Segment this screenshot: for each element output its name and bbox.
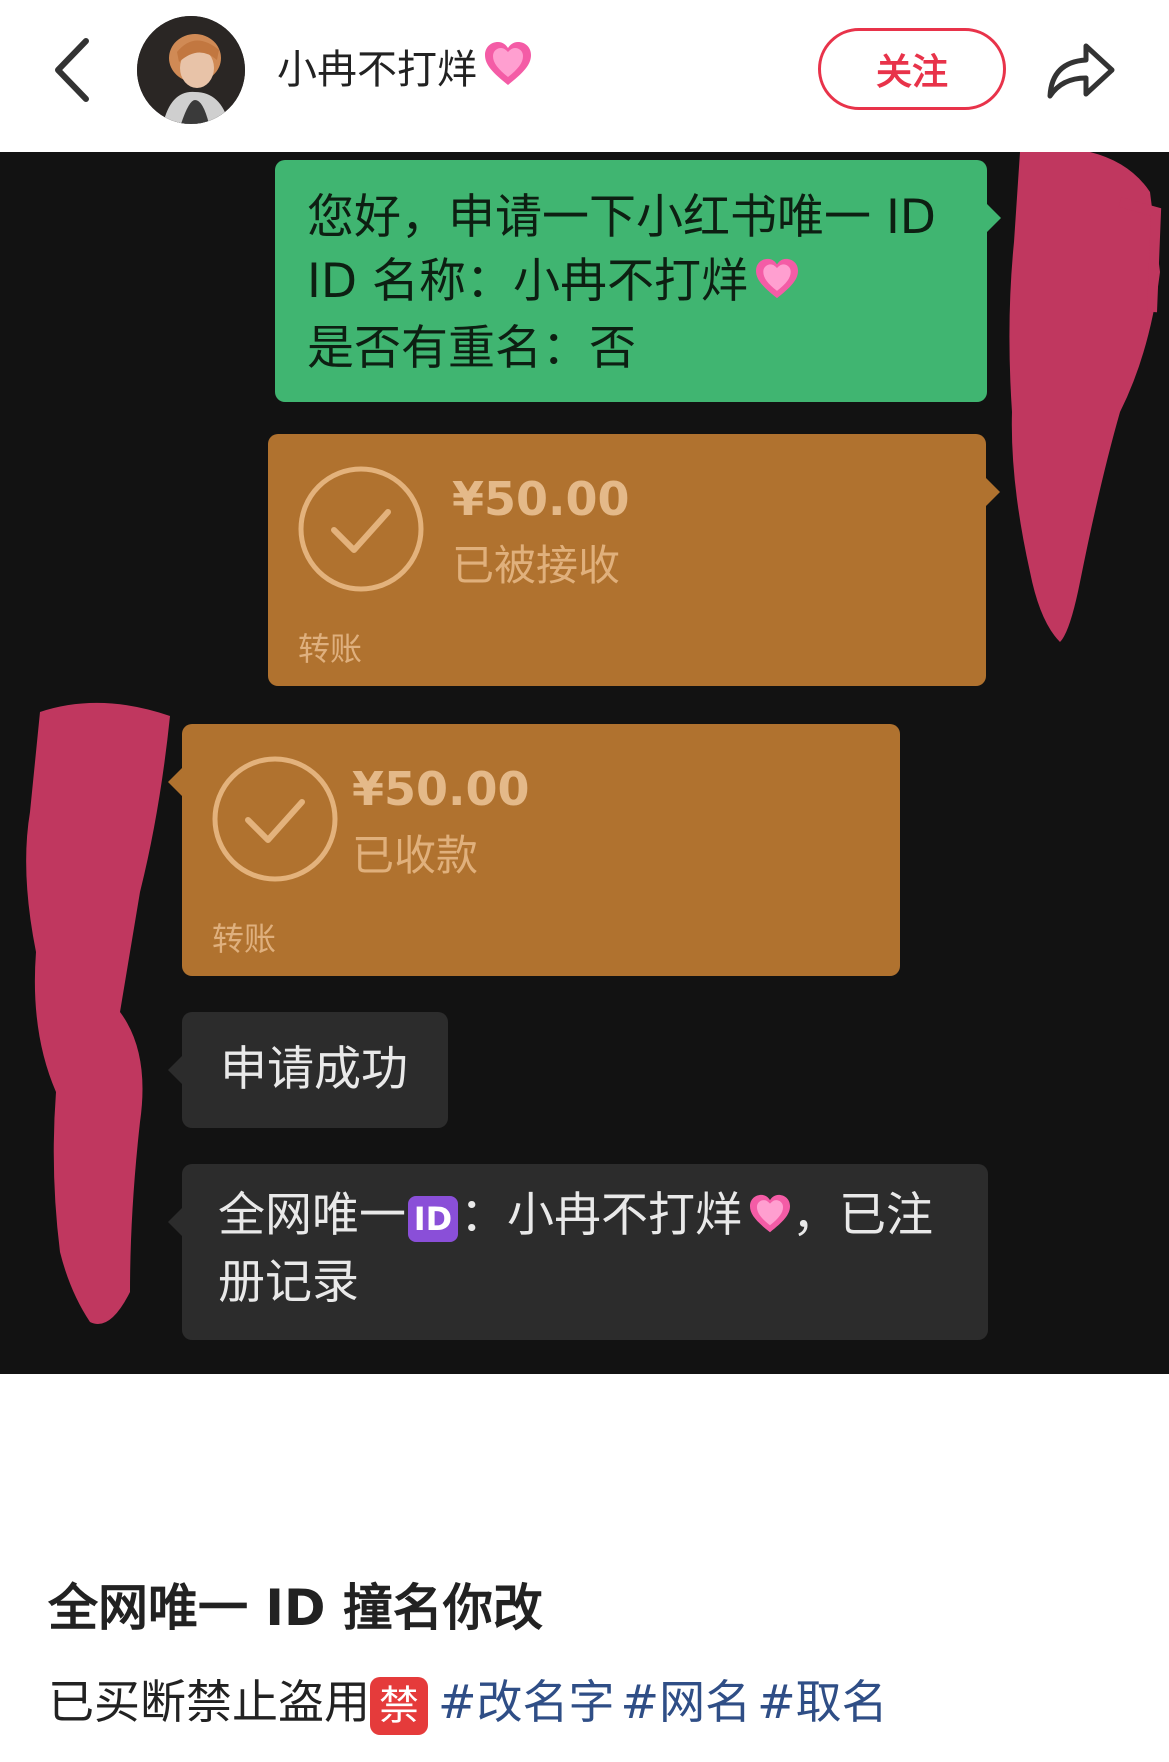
check-circle-icon — [298, 466, 424, 592]
transfer-amount: ¥50.00 — [352, 762, 530, 816]
redaction-scribble — [1009, 152, 1162, 642]
pink-heart-emoji-icon — [483, 41, 533, 104]
post-body-text: 已买断禁止盗用 — [48, 1675, 370, 1729]
hashtag-link[interactable]: #取名 — [757, 1675, 888, 1729]
post-body: 已买断禁止盗用禁 #改名字 #网名 #取名 — [48, 1666, 888, 1735]
transfer-amount: ¥50.00 — [452, 472, 630, 526]
id-emoji-badge: ID — [408, 1195, 458, 1242]
back-button[interactable] — [46, 36, 98, 104]
transfer-card-received: ¥50.00 已收款 转账 — [168, 724, 900, 976]
transfer-label: 转账 — [212, 920, 277, 958]
pink-heart-emoji-icon — [754, 253, 800, 317]
message-text: 申请成功 — [220, 1042, 408, 1097]
incoming-message: 全网唯一 ID ：小冉不打烊 ，已注 册记录 — [168, 1164, 988, 1340]
chat-screenshot: 您好，申请一下小红书唯一 ID ID 名称：小冉不打烊 是否有重名：否 ¥50.… — [0, 152, 1169, 1374]
transfer-card-sent: ¥50.00 已被接收 转账 — [268, 434, 1000, 686]
message-line: ID 名称：小冉不打烊 — [307, 250, 955, 317]
transfer-status: 已收款 — [352, 831, 479, 880]
redaction-scribble — [26, 702, 171, 1324]
post-title: 全网唯一 ID 撞名你改 — [48, 1579, 543, 1637]
pink-heart-emoji-icon — [748, 1187, 792, 1251]
check-circle-icon — [212, 756, 338, 882]
author-name[interactable]: 小冉不打烊 — [277, 40, 533, 100]
incoming-message: 申请成功 — [168, 1012, 448, 1128]
chevron-left-icon — [55, 38, 89, 102]
hashtag-link[interactable]: #改名字 — [438, 1675, 615, 1729]
message-line: 全网唯一 ID ：小冉不打烊 ，已注 — [218, 1184, 952, 1251]
prohibited-emoji-badge: 禁 — [370, 1676, 428, 1735]
message-line: 您好，申请一下小红书唯一 ID — [307, 190, 936, 245]
share-button[interactable] — [1044, 36, 1118, 104]
author-name-text: 小冉不打烊 — [277, 47, 477, 93]
message-line: 是否有重名：否 — [307, 320, 636, 376]
transfer-label: 转账 — [298, 630, 363, 668]
transfer-status: 已被接收 — [452, 541, 621, 590]
follow-button[interactable]: 关注 — [818, 28, 1006, 110]
hashtag-link[interactable]: #网名 — [621, 1675, 752, 1729]
post-header: 小冉不打烊 关注 — [0, 0, 1169, 152]
author-avatar[interactable] — [137, 16, 245, 124]
outgoing-message: 您好，申请一下小红书唯一 ID ID 名称：小冉不打烊 是否有重名：否 — [275, 160, 1001, 402]
share-arrow-icon — [1047, 43, 1115, 99]
message-line: 册记录 — [218, 1254, 359, 1310]
